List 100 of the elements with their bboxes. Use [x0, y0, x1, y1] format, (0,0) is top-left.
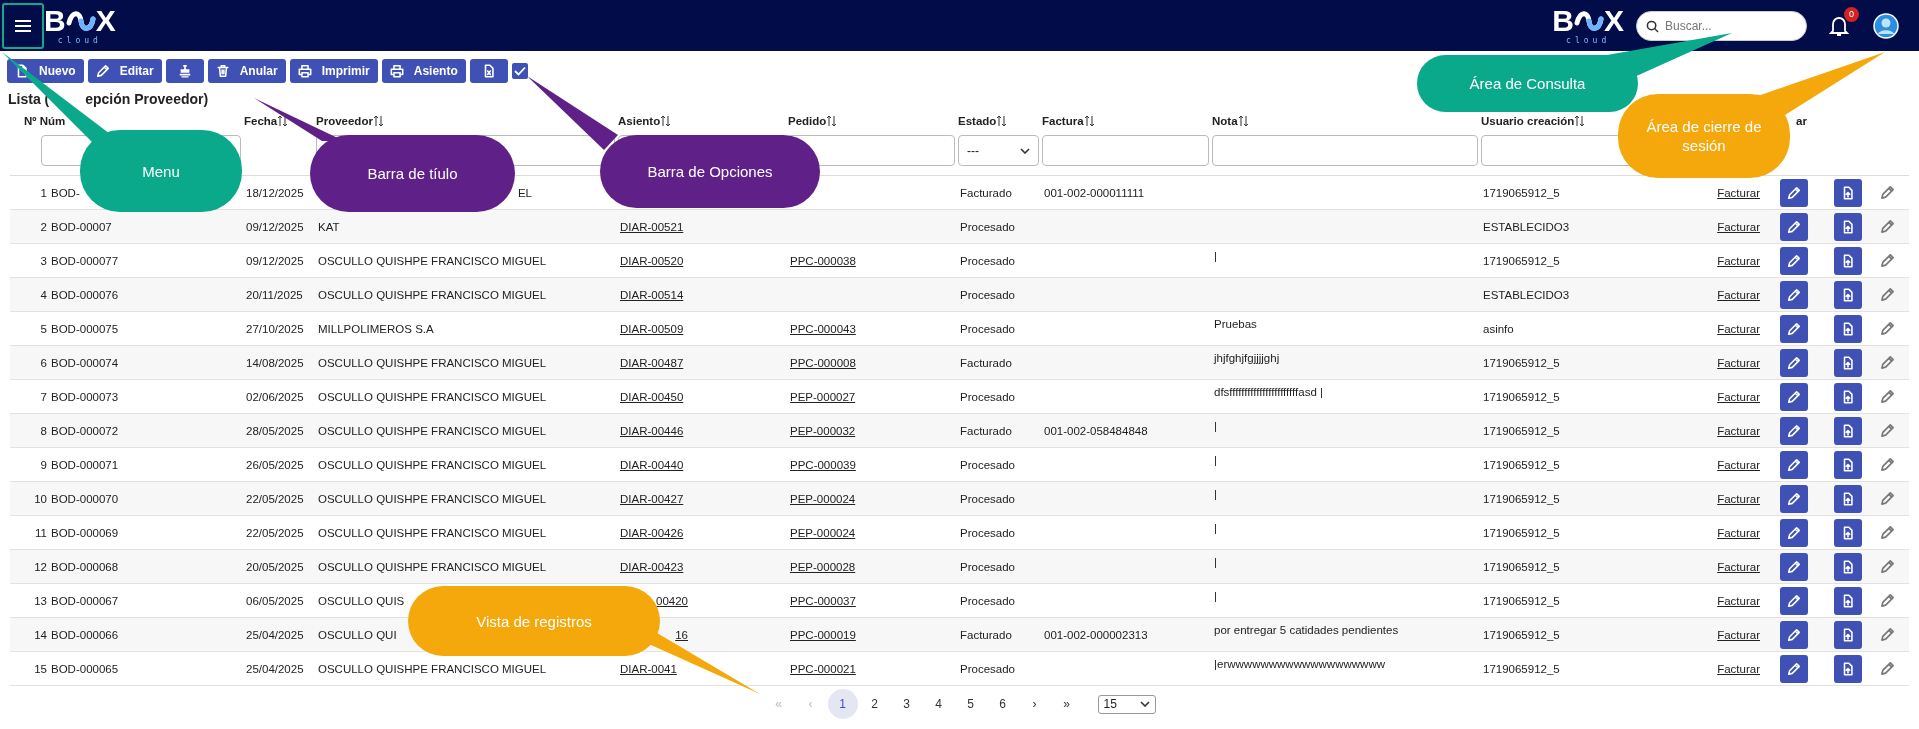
edit-button[interactable]: [1880, 185, 1895, 200]
entry-link[interactable]: DIAR-00446: [620, 424, 684, 437]
invoice-link[interactable]: Facturar: [1717, 424, 1760, 437]
toolbar-button[interactable]: Anular: [207, 59, 286, 83]
invoice-link[interactable]: Facturar: [1717, 356, 1760, 369]
edit-button[interactable]: [1880, 593, 1895, 608]
edit-button[interactable]: [1880, 661, 1895, 676]
sort-icon[interactable]: [996, 115, 1008, 127]
file-button[interactable]: [1834, 586, 1862, 615]
edit-button[interactable]: [1780, 654, 1808, 683]
edit-button[interactable]: [1880, 287, 1895, 302]
invoice-link[interactable]: Facturar: [1717, 220, 1760, 233]
entry-link[interactable]: DIAR-00514: [620, 288, 684, 301]
order-link[interactable]: PPC-000037: [790, 594, 856, 607]
sort-icon[interactable]: [277, 115, 289, 127]
edit-button[interactable]: [1780, 178, 1808, 207]
sort-icon[interactable]: [1237, 115, 1249, 127]
sort-icon[interactable]: [660, 115, 672, 127]
entry-link[interactable]: 00420: [656, 594, 688, 607]
file-button[interactable]: [1834, 382, 1862, 411]
order-link[interactable]: PPC-000019: [790, 628, 856, 641]
edit-button[interactable]: [1880, 219, 1895, 234]
file-button[interactable]: [1834, 416, 1862, 445]
page-button[interactable]: 1: [827, 689, 858, 719]
order-link[interactable]: PPC-000039: [790, 458, 856, 471]
edit-button[interactable]: [1780, 212, 1808, 241]
search-field[interactable]: Buscar...: [1636, 10, 1807, 41]
edit-button[interactable]: [1880, 423, 1895, 438]
order-link[interactable]: PEP-000024: [790, 492, 856, 505]
filter-select[interactable]: ---: [958, 135, 1039, 166]
filter-field[interactable]: [1042, 135, 1209, 166]
file-button[interactable]: [1834, 246, 1862, 275]
entry-link[interactable]: DIAR-00427: [620, 492, 684, 505]
entry-link[interactable]: DIAR-0041: [620, 662, 677, 675]
invoice-link[interactable]: Facturar: [1717, 288, 1760, 301]
invoice-link[interactable]: Facturar: [1717, 662, 1760, 675]
edit-button[interactable]: [1880, 559, 1895, 574]
entry-link[interactable]: DIAR-00440: [620, 458, 684, 471]
invoice-link[interactable]: Facturar: [1717, 458, 1760, 471]
toolbar-button[interactable]: Editar: [87, 59, 162, 83]
sort-icon[interactable]: [1574, 115, 1586, 127]
order-link[interactable]: PPC-000043: [790, 322, 856, 335]
order-link[interactable]: PEP-000028: [790, 560, 856, 573]
file-button[interactable]: [1834, 620, 1862, 649]
file-button[interactable]: [1834, 280, 1862, 309]
edit-button[interactable]: [1880, 627, 1895, 642]
sort-icon[interactable]: [1083, 115, 1095, 127]
page-button[interactable]: 2: [859, 689, 890, 719]
edit-button[interactable]: [1880, 389, 1895, 404]
edit-button[interactable]: [1780, 382, 1808, 411]
sort-icon[interactable]: [372, 115, 384, 127]
edit-button[interactable]: [1780, 280, 1808, 309]
toolbar-button[interactable]: Asiento: [381, 59, 466, 83]
bell-icon[interactable]: [1829, 14, 1849, 37]
invoice-link[interactable]: Facturar: [1717, 526, 1760, 539]
page-button[interactable]: 3: [891, 689, 922, 719]
entry-link[interactable]: DIAR-00423: [620, 560, 684, 573]
toolbar-button[interactable]: Imprimir: [289, 59, 378, 83]
edit-button[interactable]: [1780, 586, 1808, 615]
menu-button[interactable]: [2, 2, 44, 49]
invoice-link[interactable]: Facturar: [1717, 322, 1760, 335]
toolbar-button[interactable]: Nuevo: [7, 59, 84, 83]
page-button[interactable]: ›: [1019, 689, 1050, 719]
entry-link[interactable]: DIAR-00487: [620, 356, 684, 369]
file-button[interactable]: [1834, 212, 1862, 241]
page-button[interactable]: 5: [955, 689, 986, 719]
file-button[interactable]: [1834, 654, 1862, 683]
edit-button[interactable]: [1780, 484, 1808, 513]
checkbox[interactable]: [511, 63, 528, 79]
page-size-select[interactable]: 15: [1097, 694, 1156, 714]
entry-link[interactable]: DIAR-00450: [620, 390, 684, 403]
invoice-link[interactable]: Facturar: [1717, 254, 1760, 267]
edit-button[interactable]: [1880, 355, 1895, 370]
page-button[interactable]: »: [1051, 689, 1082, 719]
page-button[interactable]: 6: [987, 689, 1018, 719]
user-avatar-icon[interactable]: [1873, 12, 1899, 39]
toolbar-button[interactable]: [469, 59, 508, 83]
edit-button[interactable]: [1880, 321, 1895, 336]
sort-icon[interactable]: [826, 115, 838, 127]
file-button[interactable]: [1834, 518, 1862, 547]
edit-button[interactable]: [1780, 518, 1808, 547]
entry-link[interactable]: DIAR-00509: [620, 322, 684, 335]
order-link[interactable]: PEP-000032: [790, 424, 856, 437]
order-link[interactable]: PEP-000027: [790, 390, 856, 403]
edit-button[interactable]: [1780, 552, 1808, 581]
edit-button[interactable]: [1780, 620, 1808, 649]
edit-button[interactable]: [1880, 253, 1895, 268]
edit-button[interactable]: [1880, 525, 1895, 540]
entry-link[interactable]: DIAR-00426: [620, 526, 684, 539]
file-button[interactable]: [1834, 450, 1862, 479]
order-link[interactable]: PEP-000024: [790, 526, 856, 539]
order-link[interactable]: PPC-000008: [790, 356, 856, 369]
toolbar-button[interactable]: [165, 59, 204, 83]
file-button[interactable]: [1834, 484, 1862, 513]
file-button[interactable]: [1834, 552, 1862, 581]
invoice-link[interactable]: Facturar: [1717, 390, 1760, 403]
file-button[interactable]: [1834, 178, 1862, 207]
edit-button[interactable]: [1780, 314, 1808, 343]
order-link[interactable]: PPC-000038: [790, 254, 856, 267]
entry-link[interactable]: DIAR-00521: [620, 220, 684, 233]
